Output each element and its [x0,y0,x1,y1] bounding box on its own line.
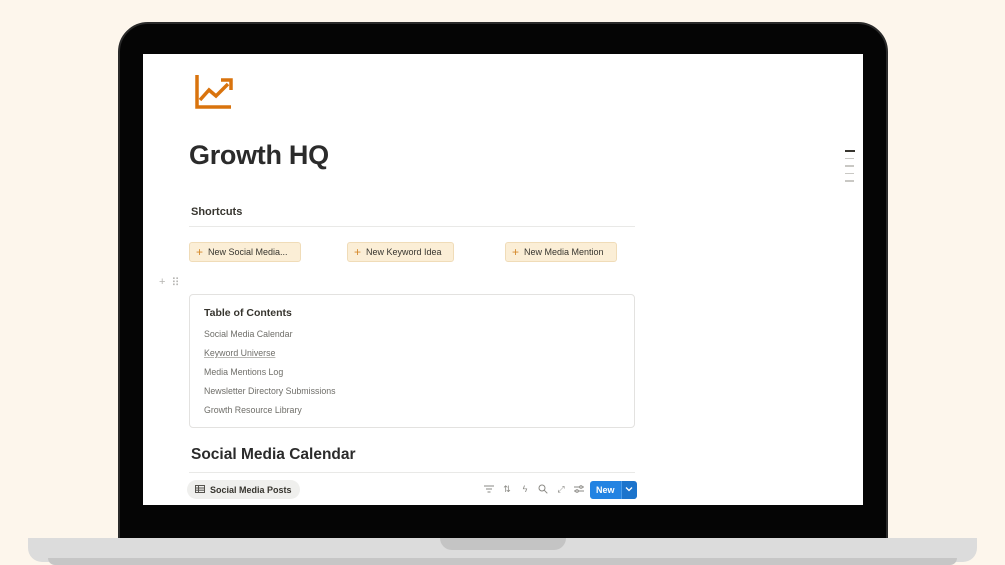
outline-mark[interactable] [845,150,855,152]
table-of-contents: Table of Contents Social Media Calendar … [189,294,635,428]
trending-up-chart-icon[interactable] [193,72,235,110]
laptop-foot [48,558,957,565]
laptop-notch [440,538,566,550]
plus-icon: + [512,245,520,259]
outline-mark[interactable] [845,165,854,167]
toc-item[interactable]: Media Mentions Log [204,366,336,385]
toc-item[interactable]: Keyword Universe [204,347,336,366]
filter-icon[interactable] [483,482,495,496]
toc-item[interactable]: Social Media Calendar [204,328,336,347]
drag-handle-icon[interactable]: ⠿ [171,276,179,289]
new-keyword-idea-button[interactable]: + New Keyword Idea [347,242,454,262]
view-tab-label: Social Media Posts [210,484,292,495]
view-tab-social-media-posts[interactable]: Social Media Posts [187,480,300,499]
search-icon[interactable] [537,482,549,496]
new-media-mention-button[interactable]: + New Media Mention [505,242,617,262]
lightning-icon[interactable]: ϟ [519,482,531,496]
button-label: New Keyword Idea [366,247,442,257]
divider [189,472,635,473]
sort-icon[interactable]: ⇅ [501,482,513,496]
page-title[interactable]: Growth HQ [189,140,329,171]
button-label: New Social Media... [208,247,288,257]
toc-title: Table of Contents [204,307,292,319]
new-button-label: New [590,481,621,499]
settings-icon[interactable] [573,482,585,496]
expand-icon[interactable]: ⤢ [555,482,567,496]
toc-list: Social Media Calendar Keyword Universe M… [204,328,336,423]
add-block-icon[interactable]: + [159,276,165,289]
chevron-down-icon[interactable] [620,481,637,499]
block-tools: + ⠿ [159,276,180,289]
shortcuts-heading: Shortcuts [191,206,243,218]
new-record-button[interactable]: New [590,481,637,499]
toc-item[interactable]: Newsletter Directory Submissions [204,385,336,404]
outline-mark[interactable] [845,172,854,174]
page-outline[interactable] [845,150,855,182]
app-screen: Growth HQ Shortcuts + New Social Media..… [143,54,863,505]
button-label: New Media Mention [524,247,604,257]
outline-mark[interactable] [845,157,854,159]
table-icon [195,484,205,495]
outline-mark[interactable] [845,180,854,182]
database-heading: Social Media Calendar [191,446,356,463]
divider [189,226,635,227]
database-toolbar: ⇅ ϟ ⤢ [483,482,585,496]
toc-item[interactable]: Growth Resource Library [204,404,336,423]
plus-icon: + [354,245,362,259]
plus-icon: + [196,245,204,259]
new-social-media-button[interactable]: + New Social Media... [189,242,301,262]
